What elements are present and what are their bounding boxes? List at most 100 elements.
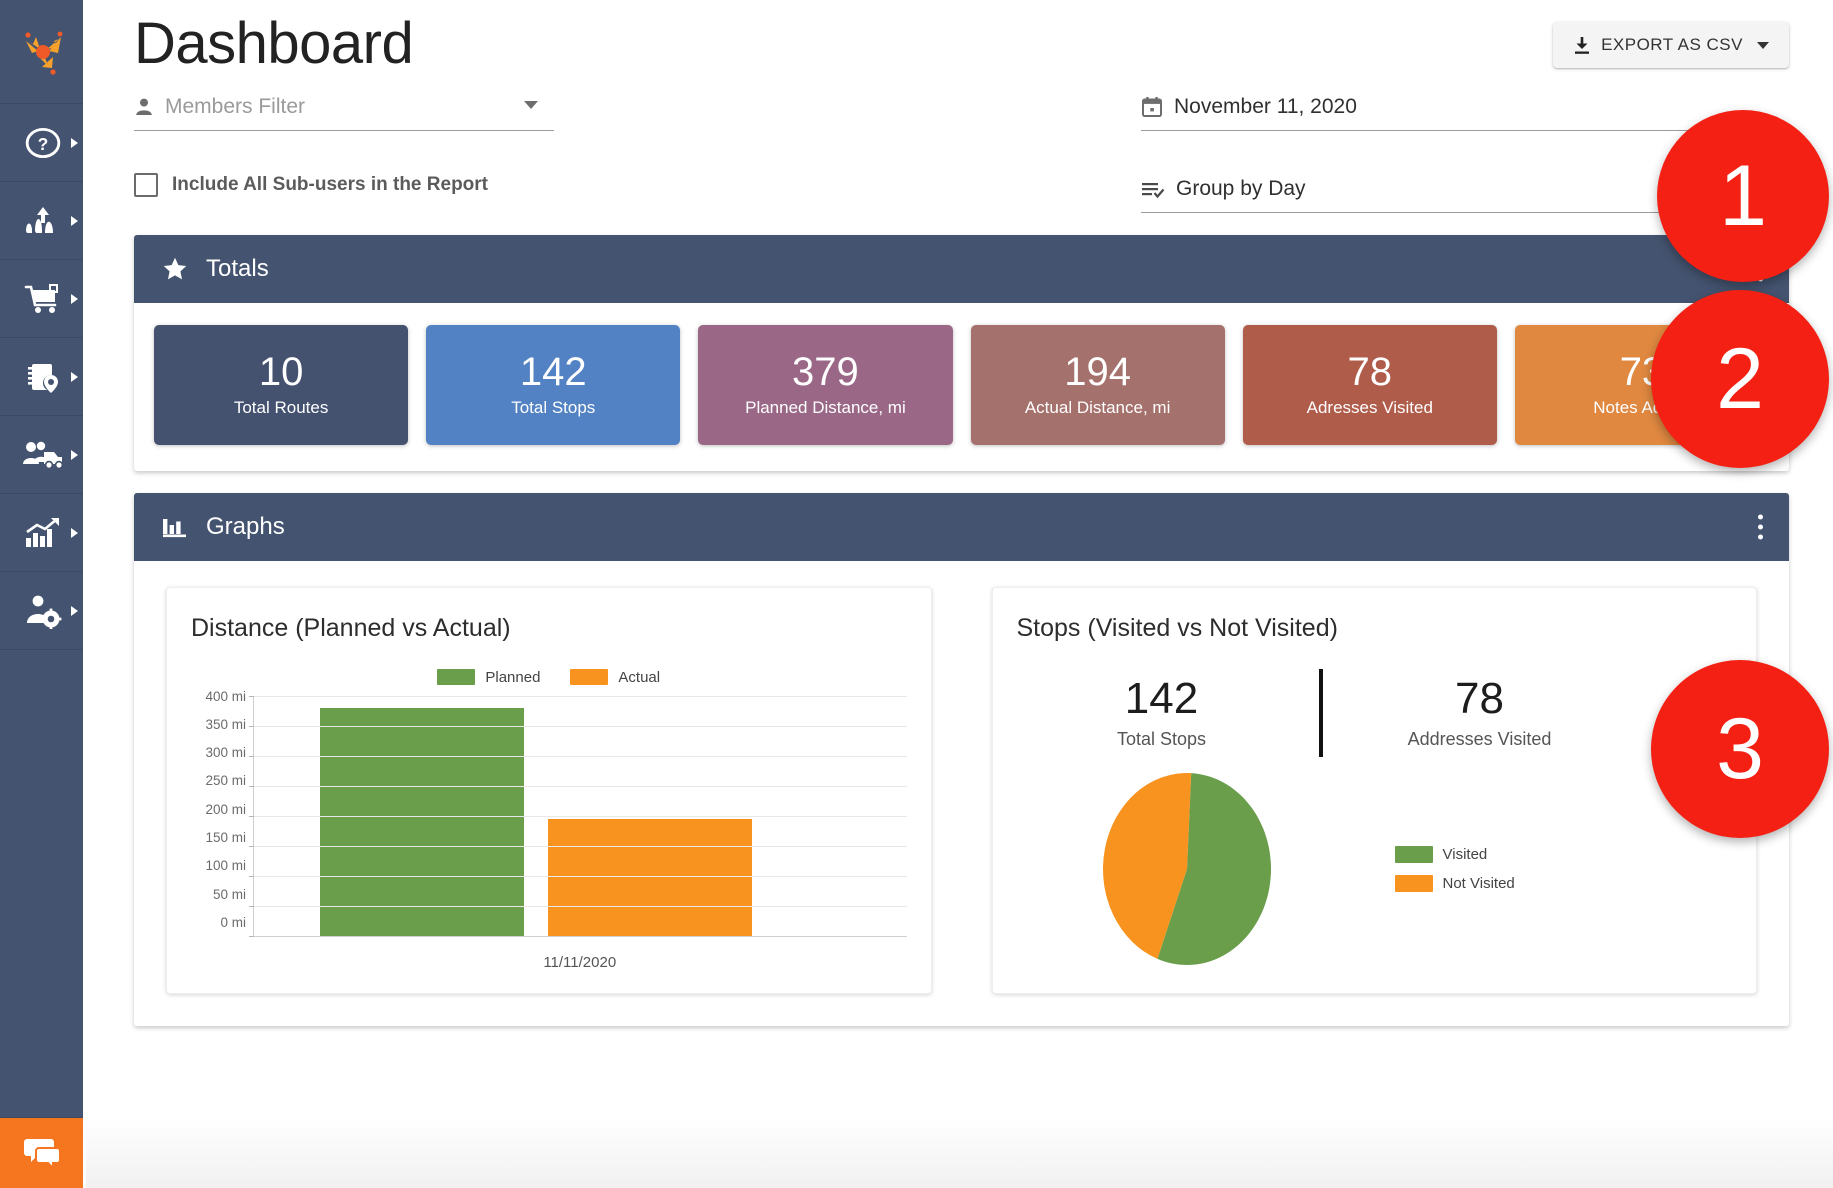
axis-tickmark — [249, 935, 254, 937]
chevron-right-icon — [71, 449, 78, 460]
distance-chart-plot — [249, 695, 907, 937]
gridline — [254, 725, 907, 727]
distance-chart-y-axis: 400 mi 350 mi 300 mi 250 mi 200 mi 150 mi 100 … — [191, 689, 253, 936]
filters-left: Members Filter Include All Sub-users in … — [134, 91, 554, 197]
axis-tickmark — [249, 755, 254, 757]
sidebar-spacer — [0, 650, 86, 1118]
addresses-visited-stat: 78 Addresses Visited — [1345, 674, 1615, 750]
team-vehicle-icon — [23, 441, 64, 469]
y-axis-tick: 50 mi — [212, 886, 246, 902]
page-title: Dashboard — [134, 11, 414, 76]
checkbox-box[interactable] — [134, 172, 158, 197]
total-card-value: 78 — [1347, 350, 1393, 394]
chevron-right-icon — [71, 137, 78, 148]
distance-chart-title: Distance (Planned vs Actual) — [191, 613, 511, 642]
legend-item: Not Visited — [1394, 874, 1515, 892]
address-book-location-icon — [28, 363, 59, 393]
sidebar-item-user-settings[interactable] — [0, 572, 86, 650]
totals-panel: Totals 10 Total Routes 142 Total Stops 379 Pl… — [134, 234, 1789, 471]
total-card-value: 142 — [519, 350, 587, 394]
stops-pie-row: Visited Not Visited — [1017, 769, 1733, 969]
bar-planned[interactable] — [320, 708, 524, 936]
legend-swatch — [1394, 845, 1433, 863]
total-card[interactable]: 194 Actual Distance, mi — [970, 324, 1225, 445]
chat-bubbles-icon — [24, 1139, 61, 1170]
group-by-value: Group by Day — [1176, 176, 1306, 200]
gridline — [254, 695, 907, 697]
sidebar-item-analytics[interactable] — [0, 494, 86, 572]
gridline — [254, 875, 907, 877]
total-card-label: Planned Distance, mi — [745, 398, 906, 417]
sidebar-item-orders[interactable] — [0, 260, 86, 338]
graphs-panel-menu-button[interactable] — [1754, 510, 1767, 543]
axis-tickmark — [249, 845, 254, 847]
main-content: Dashboard EXPORT AS CSV Members Filter I… — [86, 0, 1833, 1188]
sidebar-item-routes[interactable] — [0, 182, 86, 260]
total-card[interactable]: 142 Total Stops — [426, 324, 681, 445]
total-card-label: Total Stops — [511, 398, 596, 417]
stops-pie-legend: Visited Not Visited — [1394, 845, 1515, 892]
help-circle-icon: ? — [25, 127, 61, 158]
total-card[interactable]: 78 Adresses Visited — [1242, 324, 1497, 445]
star-icon — [163, 257, 187, 279]
sidebar-item-team[interactable] — [0, 416, 86, 494]
date-value: November 11, 2020 — [1174, 94, 1357, 118]
include-subusers-checkbox[interactable]: Include All Sub-users in the Report — [134, 172, 554, 197]
members-filter-placeholder: Members Filter — [165, 94, 306, 118]
date-picker-field[interactable]: November 11, 2020 — [1141, 91, 1781, 131]
axis-tickmark — [249, 725, 254, 727]
analytics-chart-icon — [26, 517, 59, 547]
total-stops-stat: 142 Total Stops — [1027, 673, 1297, 750]
gridline — [254, 755, 907, 757]
chevron-right-icon — [71, 215, 78, 226]
graphs-grid: Distance (Planned vs Actual) Planned Actu… — [154, 583, 1769, 1000]
graphs-panel-header: Graphs — [134, 492, 1789, 561]
gridline — [254, 935, 907, 937]
gridline — [254, 785, 907, 787]
chevron-right-icon — [71, 371, 78, 382]
distance-chart-x-tick: 11/11/2020 — [543, 953, 617, 971]
gridline — [254, 815, 907, 817]
legend-swatch — [437, 669, 476, 685]
total-stops-value: 142 — [1124, 673, 1199, 723]
export-as-csv-button[interactable]: EXPORT AS CSV — [1553, 22, 1789, 68]
list-check-icon — [1142, 182, 1165, 198]
bar-actual[interactable] — [548, 819, 752, 936]
y-axis-tick: 150 mi — [205, 830, 246, 846]
axis-tickmark — [249, 785, 254, 787]
y-axis-tick: 300 mi — [205, 745, 246, 761]
calendar-icon — [1142, 96, 1162, 117]
stops-chart-title: Stops (Visited vs Not Visited) — [1016, 613, 1338, 642]
y-axis-tick: 100 mi — [205, 858, 246, 874]
user-settings-icon — [27, 595, 62, 629]
chat-support-button[interactable] — [0, 1118, 86, 1188]
total-card-value: 194 — [1064, 350, 1131, 394]
total-card[interactable]: 379 Planned Distance, mi — [698, 324, 953, 445]
svg-text:?: ? — [38, 133, 49, 153]
axis-tickmark — [249, 695, 254, 697]
y-axis-tick: 0 mi — [220, 915, 246, 930]
legend-label: Not Visited — [1442, 874, 1515, 892]
axis-tickmark — [249, 815, 254, 817]
totals-panel-body: 10 Total Routes 142 Total Stops 379 Planned D… — [134, 303, 1789, 471]
y-axis-tick: 200 mi — [205, 801, 246, 817]
legend-label: Visited — [1442, 845, 1488, 863]
legend-item: Visited — [1394, 845, 1515, 863]
app-logo[interactable] — [0, 0, 86, 104]
total-card[interactable]: 10 Total Routes — [154, 324, 409, 445]
chevron-right-icon — [71, 527, 78, 538]
sidebar-item-help[interactable]: ? — [0, 104, 86, 182]
total-stops-label: Total Stops — [1116, 729, 1207, 750]
chevron-right-icon — [71, 293, 78, 304]
graphs-panel-body: Distance (Planned vs Actual) Planned Actu… — [134, 561, 1789, 1026]
y-axis-tick: 400 mi — [205, 688, 246, 704]
y-axis-tick: 250 mi — [205, 773, 246, 789]
members-filter-select[interactable]: Members Filter — [134, 91, 554, 131]
sidebar-item-address-book[interactable] — [0, 338, 86, 416]
stops-chart-card: Stops (Visited vs Not Visited) 142 Total… — [991, 586, 1757, 994]
totals-panel-header: Totals — [134, 234, 1789, 303]
legend-swatch — [570, 669, 609, 685]
distance-chart-card: Distance (Planned vs Actual) Planned Actu… — [166, 586, 932, 994]
gridline — [254, 905, 907, 907]
addresses-visited-label: Addresses Visited — [1407, 729, 1552, 750]
